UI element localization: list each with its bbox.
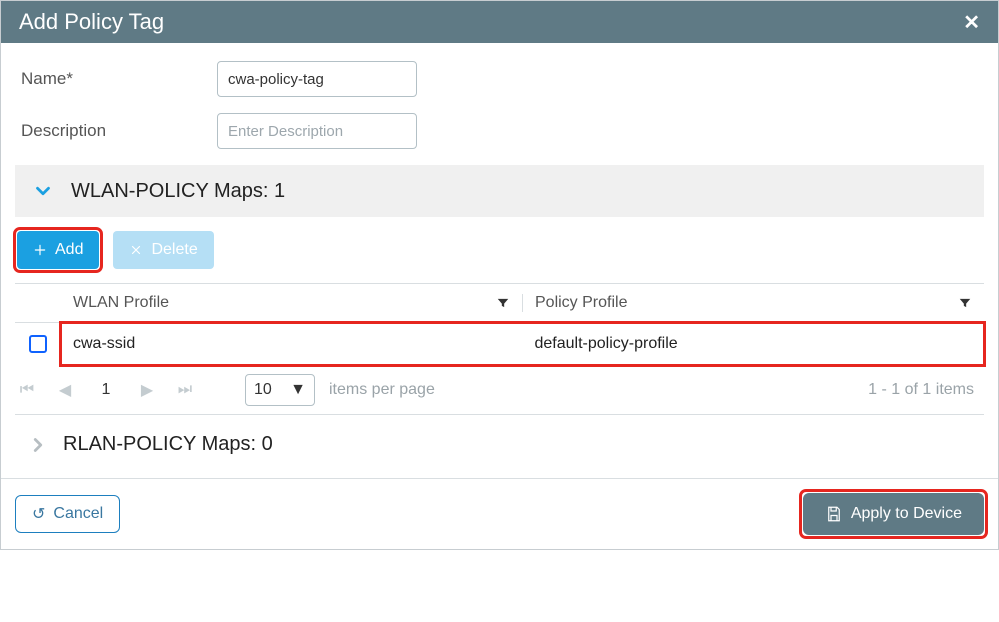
policy-profile-cell: default-policy-profile <box>535 335 678 353</box>
name-row: Name* <box>15 61 984 97</box>
items-per-page-label: items per page <box>329 381 435 399</box>
undo-icon: ↺ <box>32 504 45 524</box>
wlan-policy-table: WLAN Profile Policy Profile <box>15 283 984 415</box>
chevron-down-icon <box>29 177 57 205</box>
table-header: WLAN Profile Policy Profile <box>15 283 984 323</box>
rlan-section-count: 0 <box>262 433 273 455</box>
description-row: Description <box>15 113 984 149</box>
pager: ⏮ ◀ 1 ▶ ⏭ 10 ▼ items per page 1 - 1 of 1… <box>15 365 984 415</box>
rlan-section-title-text: RLAN-POLICY Maps: <box>63 433 256 455</box>
save-icon <box>825 505 843 523</box>
rlan-section-title: RLAN-POLICY Maps: 0 <box>63 433 273 456</box>
add-button[interactable]: Add <box>17 231 99 269</box>
plus-icon <box>33 243 47 257</box>
name-input[interactable] <box>217 61 417 97</box>
dialog-title: Add Policy Tag <box>19 9 164 35</box>
cancel-button-label: Cancel <box>53 505 103 523</box>
wlan-section-title-text: WLAN-POLICY Maps: <box>71 180 268 202</box>
delete-button-label: Delete <box>151 241 197 259</box>
caret-down-icon: ▼ <box>290 381 306 399</box>
wlan-profile-header: WLAN Profile <box>73 294 169 312</box>
policy-profile-header: Policy Profile <box>535 294 627 312</box>
table-row[interactable]: cwa-ssid default-policy-profile <box>61 323 984 365</box>
page-size-select[interactable]: 10 ▼ <box>245 374 315 406</box>
pager-next-icon[interactable]: ▶ <box>135 380 159 400</box>
close-icon <box>129 243 143 257</box>
apply-button-label: Apply to Device <box>851 505 962 523</box>
description-label: Description <box>21 121 217 141</box>
name-label: Name* <box>21 69 217 89</box>
wlan-button-row: Add Delete <box>15 231 984 269</box>
add-policy-tag-dialog: Add Policy Tag ✕ Name* Description WLAN-… <box>0 0 999 550</box>
page-size-value: 10 <box>254 381 272 399</box>
pager-prev-icon[interactable]: ◀ <box>53 380 77 400</box>
row-checkbox[interactable] <box>29 335 47 353</box>
delete-button[interactable]: Delete <box>113 231 213 269</box>
rlan-policy-section-header[interactable]: RLAN-POLICY Maps: 0 <box>15 415 984 478</box>
wlan-policy-section-header[interactable]: WLAN-POLICY Maps: 1 <box>15 165 984 217</box>
filter-icon[interactable] <box>496 296 510 310</box>
pager-range: 1 - 1 of 1 items <box>868 381 984 399</box>
dialog-body: Name* Description WLAN-POLICY Maps: 1 <box>1 43 998 478</box>
filter-icon[interactable] <box>958 296 972 310</box>
wlan-section-count: 1 <box>274 180 285 202</box>
pager-current-page: 1 <box>91 381 121 399</box>
cancel-button[interactable]: ↺ Cancel <box>15 495 120 533</box>
add-button-label: Add <box>55 241 83 259</box>
wlan-section-title: WLAN-POLICY Maps: 1 <box>71 180 285 203</box>
dialog-titlebar: Add Policy Tag ✕ <box>1 1 998 43</box>
pager-last-icon[interactable]: ⏭ <box>173 381 197 399</box>
chevron-right-icon <box>27 434 49 456</box>
dialog-footer: ↺ Cancel Apply to Device <box>1 478 998 549</box>
close-icon[interactable]: ✕ <box>963 10 980 35</box>
wlan-profile-cell: cwa-ssid <box>73 335 135 353</box>
description-input[interactable] <box>217 113 417 149</box>
pager-first-icon[interactable]: ⏮ <box>15 381 39 399</box>
apply-button[interactable]: Apply to Device <box>803 493 984 535</box>
